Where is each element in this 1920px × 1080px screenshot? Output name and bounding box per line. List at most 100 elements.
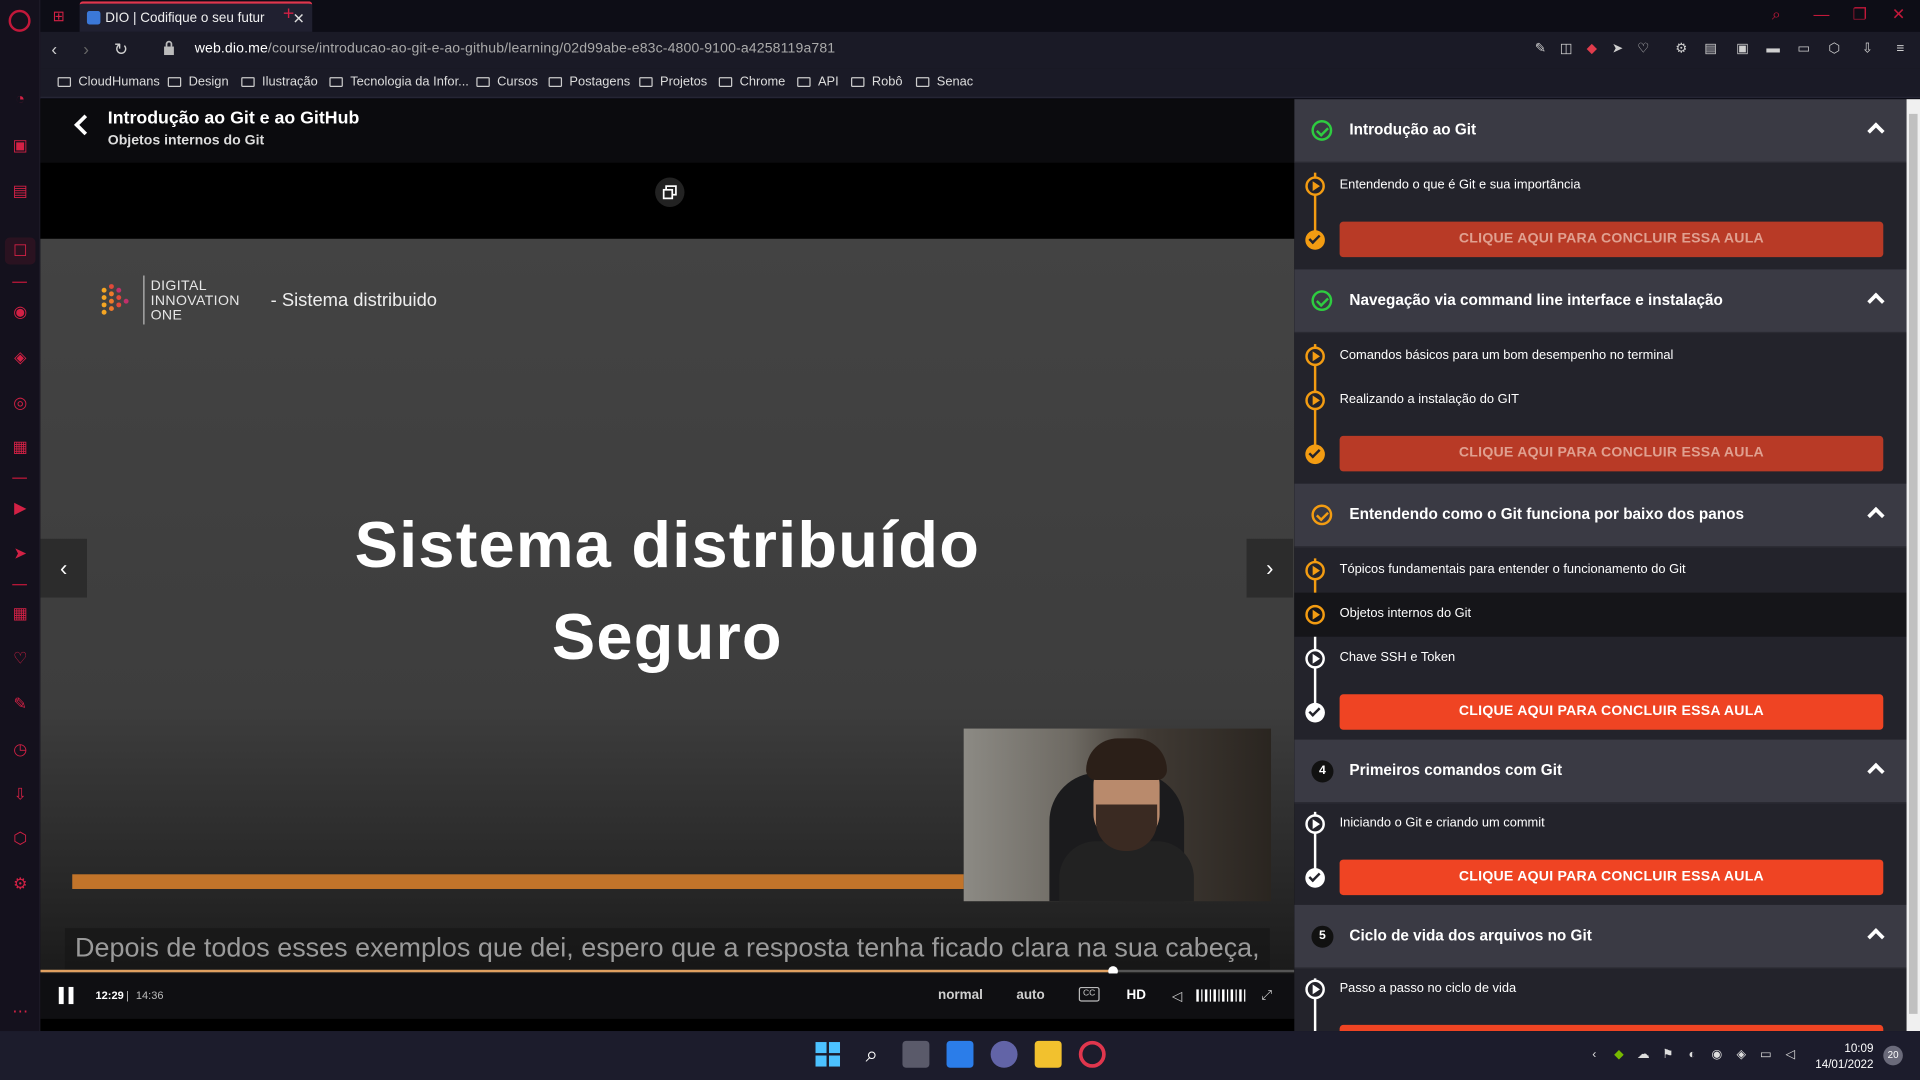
extension-chat-icon[interactable]: ▬ [1765, 40, 1782, 57]
telegram-icon[interactable]: ◈ [10, 347, 31, 368]
lesson-item[interactable]: Tópicos fundamentais para entender o fun… [1294, 549, 1906, 593]
lesson-item[interactable]: Iniciando o Git e criando um commit [1294, 802, 1906, 846]
lesson-item[interactable]: Chave SSH e Token [1294, 637, 1906, 681]
hd-toggle-button[interactable]: HD [1127, 988, 1146, 1003]
fullscreen-icon[interactable]: ⤢ [1261, 988, 1272, 1004]
chevron-up-icon[interactable] [1867, 506, 1885, 525]
bookmark-folder[interactable]: Postagens [548, 75, 630, 89]
section-header[interactable]: 4 Primeiros comandos com Git [1294, 739, 1907, 804]
new-tab-plus-icon[interactable]: + [283, 4, 294, 26]
lesson-item[interactable]: Passo a passo no ciclo de vida [1294, 967, 1906, 1011]
search-tabs-icon[interactable]: ⌕ [1772, 5, 1781, 25]
closed-captions-icon[interactable]: CC [1078, 986, 1100, 1002]
display-icon[interactable]: ▭ [1758, 1048, 1773, 1063]
lesson-item-current[interactable]: Objetos internos do Git [1294, 592, 1907, 637]
section-header[interactable]: Introdução ao Git [1294, 99, 1907, 163]
gx-game-icon[interactable]: ☐ [10, 240, 31, 261]
extension-note-icon[interactable]: ▤ [1702, 40, 1719, 57]
minimize-icon[interactable]: — [1813, 5, 1829, 23]
chevron-up-icon[interactable] [1867, 122, 1885, 140]
quality-button[interactable]: auto [1016, 988, 1044, 1003]
nvidia-tray-icon[interactable]: ◆ [1611, 1048, 1626, 1063]
chevron-up-icon[interactable] [1867, 762, 1885, 781]
section-header[interactable]: Entendendo como o Git funciona por baixo… [1294, 483, 1907, 548]
onedrive-icon[interactable]: ☁ [1636, 1048, 1651, 1063]
bookmark-folder[interactable]: Robô [851, 75, 903, 89]
active-tab[interactable]: DIO | Codifique o seu futur ✕ [79, 1, 313, 32]
teams-chat-icon[interactable] [990, 1040, 1018, 1068]
bookmark-folder[interactable]: API [797, 75, 839, 89]
back-chevron-icon[interactable] [74, 114, 95, 136]
complete-lesson-button[interactable]: CLIQUE AQUI PARA CONCLUIR ESSA AULA [1339, 221, 1884, 258]
easy-setup-menu-icon[interactable]: ≡ [1892, 40, 1909, 57]
bookmark-heart-icon[interactable]: ♡ [1635, 40, 1652, 57]
send-page-icon[interactable]: ➤ [1609, 40, 1626, 57]
bookmark-folder[interactable]: Cursos [476, 75, 538, 89]
previous-lesson-button[interactable]: ‹ [40, 538, 87, 598]
next-lesson-button[interactable]: › [1246, 538, 1294, 598]
tray-chevron-icon[interactable]: ‹ [1587, 1048, 1602, 1063]
discord-icon[interactable]: ▦ [10, 436, 31, 457]
extension-cube-icon[interactable]: ⬡ [1826, 40, 1843, 57]
extension-image-icon[interactable]: ▭ [1795, 40, 1812, 57]
back-icon[interactable]: ‹ [51, 39, 57, 59]
playback-speed-button[interactable]: normal [938, 988, 983, 1003]
windows-start-icon[interactable] [814, 1041, 841, 1068]
bookmark-folder[interactable]: Senac [915, 75, 973, 89]
volume-icon[interactable]: ◁ [1172, 988, 1182, 1004]
video-progress-bar[interactable] [40, 966, 1295, 976]
gx-control-icon[interactable]: ⊞ [53, 7, 65, 24]
close-window-icon[interactable]: ✕ [1892, 5, 1905, 25]
close-tab-icon[interactable]: ✕ [293, 9, 305, 26]
bookmark-folder[interactable]: Projetos [639, 75, 707, 89]
lesson-item[interactable]: Realizando a instalação do GIT [1294, 378, 1906, 422]
network-icon[interactable]: ⚑ [1660, 1048, 1675, 1063]
chevron-up-icon[interactable] [1867, 928, 1885, 946]
complete-lesson-button[interactable]: CLIQUE AQUI PARA CONCLUIR ESSA AULA [1339, 859, 1884, 896]
edit-page-icon[interactable]: ✎ [1532, 40, 1549, 57]
shopping-bag-icon[interactable]: ▣ [10, 135, 31, 156]
lesson-item[interactable]: Entendendo o que é Git e sua importância [1294, 164, 1906, 208]
url-field[interactable]: web.dio.me/course/introducao-ao-git-e-ao… [195, 42, 836, 57]
instagram-icon[interactable]: ◎ [10, 392, 31, 413]
downloads-icon[interactable]: ⇩ [10, 784, 31, 805]
task-view-icon[interactable] [902, 1040, 930, 1068]
volume-slider[interactable] [1196, 989, 1246, 1002]
system-clock[interactable]: 10:09 14/01/2022 [1812, 1041, 1873, 1073]
player-icon[interactable]: ▶ [10, 497, 31, 518]
notification-badge[interactable]: 20 [1883, 1045, 1903, 1066]
search-icon[interactable]: ⌕ [858, 1041, 885, 1068]
opera-gx-taskbar-icon[interactable] [1078, 1040, 1106, 1068]
section-header[interactable]: 5 Ciclo de vida dos arquivos no Git [1294, 904, 1907, 969]
widgets-icon[interactable] [946, 1040, 974, 1068]
send-icon[interactable]: ➤ [10, 542, 31, 563]
bookmark-folder[interactable]: Tecnologia da Infor... [329, 75, 469, 89]
vpn-shield-icon[interactable]: ◆ [1583, 40, 1600, 57]
bookmark-folder[interactable]: Chrome [718, 75, 785, 89]
apps-grid-icon[interactable]: ▦ [10, 602, 31, 623]
complete-lesson-button[interactable]: CLIQUE AQUI PARA CONCLUIR ESSA AULA [1339, 694, 1884, 730]
pause-icon[interactable] [58, 986, 75, 1005]
video-player[interactable]: DIGITAL INNOVATION ONE - Sistema distrib… [40, 238, 1295, 1019]
history-icon[interactable]: ◷ [10, 738, 31, 759]
scrollbar-thumb[interactable] [1908, 113, 1918, 1014]
more-icon[interactable]: ⋯ [10, 1000, 31, 1021]
heart-icon[interactable]: ♡ [10, 648, 31, 669]
snapshot-icon[interactable]: ◫ [1558, 40, 1575, 57]
extension-lock-icon[interactable]: ▣ [1734, 40, 1751, 57]
section-header[interactable]: Navegação via command line interface e i… [1294, 269, 1907, 334]
bookmark-folder[interactable]: CloudHumans [57, 75, 160, 89]
lesson-item[interactable]: Comandos básicos para um bom desempenho … [1294, 334, 1906, 378]
bookmark-folder[interactable]: Design [167, 75, 229, 89]
speaker-icon[interactable]: ◁ [1783, 1048, 1798, 1063]
chevron-up-icon[interactable] [1867, 292, 1885, 310]
speed-dial-icon[interactable]: ◔ [10, 88, 31, 109]
bookmark-folder[interactable]: Ilustração [241, 75, 318, 89]
complete-lesson-button[interactable]: CLIQUE AQUI PARA CONCLUIR ESSA AULA [1339, 435, 1884, 472]
whatsapp-icon[interactable]: ◉ [10, 301, 31, 322]
forward-icon[interactable]: › [83, 39, 89, 59]
opera-logo-icon[interactable] [8, 9, 31, 32]
download-icon[interactable]: ⇩ [1859, 40, 1876, 57]
file-explorer-icon[interactable] [1034, 1040, 1062, 1068]
edit-icon[interactable]: ✎ [10, 693, 31, 714]
